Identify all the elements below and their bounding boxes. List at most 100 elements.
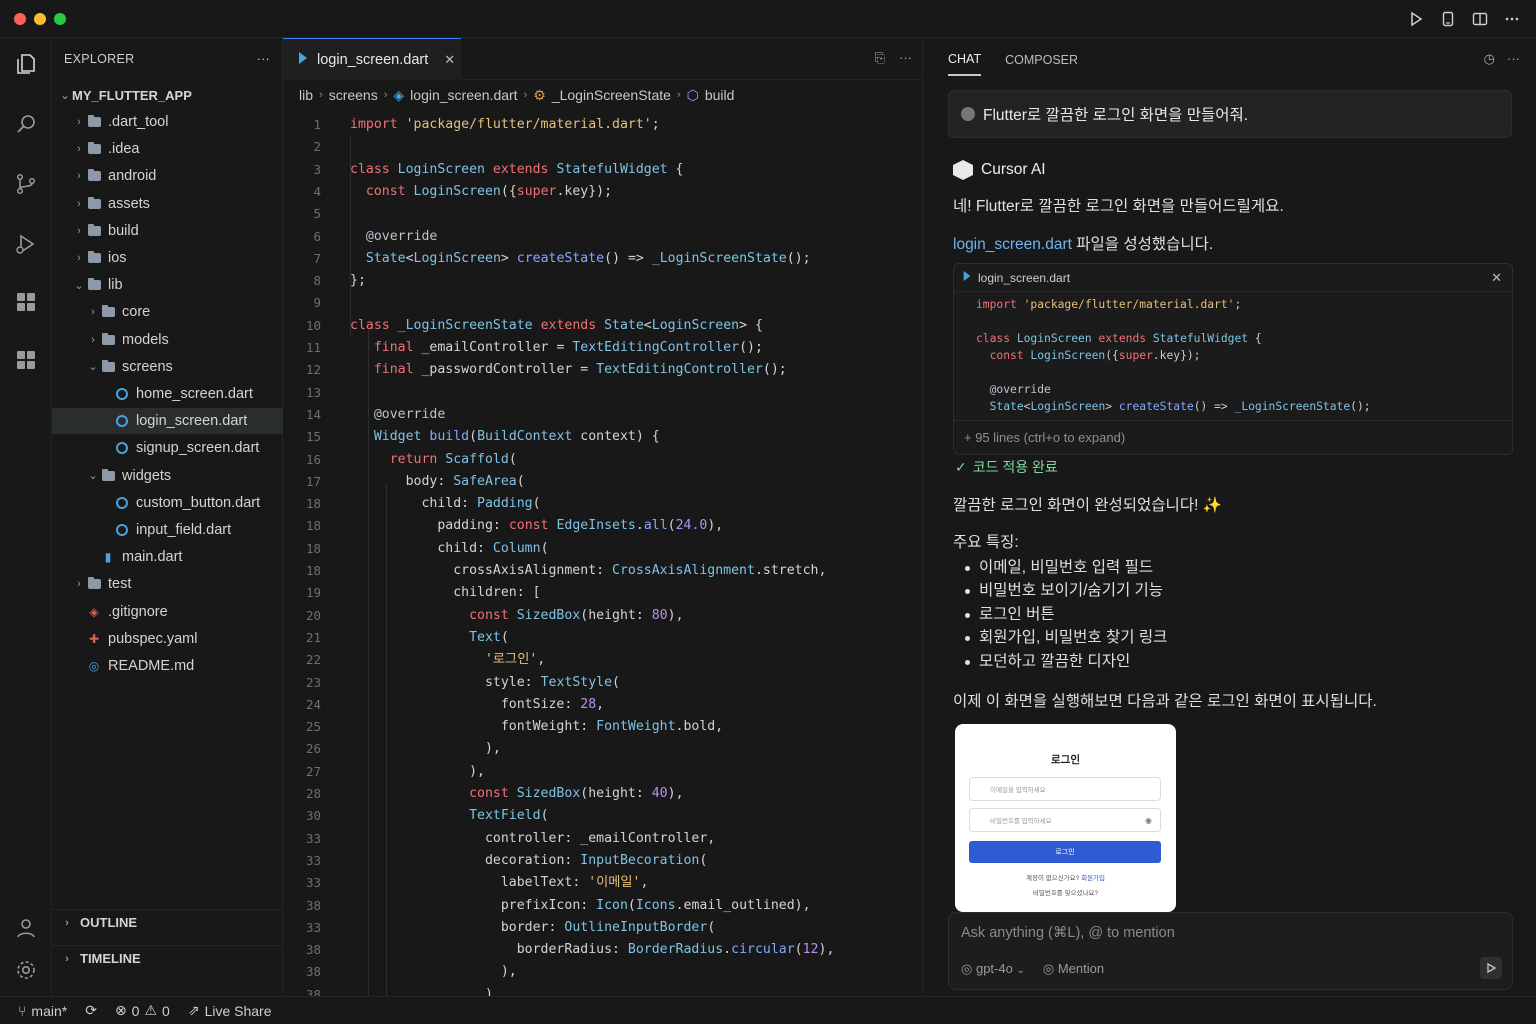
code-line[interactable]: 7 State<LoginScreen> createState() => _L… [283, 248, 923, 270]
tree-file[interactable]: input_field.dart [52, 517, 283, 543]
code-line[interactable]: 26 ), [283, 738, 923, 760]
tree-folder[interactable]: › android [52, 163, 283, 189]
model-selector[interactable]: ◎ gpt-4o ⌄ [961, 961, 1025, 977]
files-icon[interactable] [12, 50, 40, 78]
branch-indicator[interactable]: ⑂ main* [18, 1003, 67, 1019]
code-line[interactable]: 5 [283, 203, 923, 225]
expand-lines-button[interactable]: + 95 lines (ctrl+o to expand) [954, 420, 1512, 454]
code-line[interactable]: 38 prefixIcon: Icon(Icons.email_outlined… [283, 895, 923, 917]
breadcrumb-item[interactable]: login_screen.dart [410, 87, 517, 103]
code-line[interactable]: 23 style: TextStyle( [283, 672, 923, 694]
close-icon[interactable]: ✕ [1491, 270, 1502, 286]
code-line[interactable]: 19 children: [ [283, 582, 923, 604]
code-line[interactable]: 15 Widget build(BuildContext context) { [283, 426, 923, 448]
code-line[interactable]: 38 ), [283, 984, 923, 996]
code-line[interactable]: 16 return Scaffold( [283, 449, 923, 471]
tree-folder[interactable]: › models [52, 327, 283, 353]
play-icon[interactable] [1406, 8, 1426, 30]
code-line[interactable]: 33 labelText: '이메일', [283, 872, 923, 894]
tree-folder[interactable]: › build [52, 218, 283, 244]
tree-file[interactable]: signup_screen.dart [52, 435, 283, 461]
code-area[interactable]: 1 import 'package/flutter/material.dart';… [283, 110, 923, 996]
code-line[interactable]: 33 controller: _emailController, [283, 828, 923, 850]
open-changes-icon[interactable]: ⎘ [875, 50, 885, 66]
tree-folder[interactable]: › assets [52, 191, 283, 217]
tree-file[interactable]: ✚ pubspec.yaml [52, 626, 283, 652]
code-line[interactable]: 33 decoration: InputBecoration( [283, 850, 923, 872]
remote-icon[interactable] [12, 346, 40, 374]
minimize-window-button[interactable] [34, 13, 46, 25]
maximize-window-button[interactable] [54, 13, 66, 25]
code-line[interactable]: 18 child: Padding( [283, 493, 923, 515]
tree-folder[interactable]: ⌄ screens [52, 354, 283, 380]
tree-file[interactable]: home_screen.dart [52, 381, 283, 407]
more-icon[interactable]: ··· [899, 50, 912, 66]
account-icon[interactable] [12, 914, 40, 942]
code-line[interactable]: 20 const SizedBox(height: 80), [283, 605, 923, 627]
tree-folder[interactable]: › test [52, 571, 283, 597]
created-file-link[interactable]: login_screen.dart [953, 236, 1072, 253]
chat-input-placeholder[interactable]: Ask anything (⌘L), @ to mention [961, 925, 1175, 941]
code-line[interactable]: 14 @override [283, 404, 923, 426]
code-line[interactable]: 33 border: OutlineInputBorder( [283, 917, 923, 939]
code-line[interactable]: 18 child: Column( [283, 538, 923, 560]
code-line[interactable]: 30 TextField( [283, 805, 923, 827]
code-line[interactable]: 12 final _passwordController = TextEditi… [283, 359, 923, 381]
code-line[interactable]: 8}; [283, 270, 923, 292]
breadcrumb-item[interactable]: _LoginScreenState [552, 87, 671, 103]
search-icon[interactable] [12, 110, 40, 138]
code-line[interactable]: 22 '로그인', [283, 649, 923, 671]
send-button[interactable] [1480, 957, 1502, 979]
code-line[interactable]: 17 body: SafeArea( [283, 471, 923, 493]
tree-file[interactable]: login_screen.dart [52, 408, 283, 435]
breadcrumb-item[interactable]: screens [329, 87, 378, 103]
code-line[interactable]: 4 const LoginScreen({super.key}); [283, 181, 923, 203]
live-share-button[interactable]: ⇗ Live Share [188, 1002, 272, 1019]
breadcrumb-item[interactable]: lib [299, 87, 313, 103]
tab-composer[interactable]: COMPOSER [1005, 53, 1078, 75]
code-line[interactable]: 13 [283, 382, 923, 404]
chat-input-box[interactable]: Ask anything (⌘L), @ to mention ◎ gpt-4o… [948, 912, 1513, 990]
tree-folder[interactable]: ⌄ lib [52, 272, 283, 298]
tab-chat[interactable]: CHAT [948, 52, 982, 76]
explorer-root-folder[interactable]: ⌄ MY_FLUTTER_APP [52, 82, 283, 108]
code-line[interactable]: 38 borderRadius: BorderRadius.circular(1… [283, 939, 923, 961]
tree-file[interactable]: ▮ main.dart [52, 544, 283, 570]
tree-file[interactable]: ◈ .gitignore [52, 599, 283, 625]
close-window-button[interactable] [14, 13, 26, 25]
code-line[interactable]: 9 [283, 292, 923, 314]
code-line[interactable]: 38 ), [283, 961, 923, 983]
code-line[interactable]: 24 fontSize: 28, [283, 694, 923, 716]
source-control-icon[interactable] [12, 170, 40, 198]
code-line[interactable]: 18 padding: const EdgeInsets.all(24.0), [283, 515, 923, 537]
tree-folder[interactable]: › core [52, 299, 283, 325]
explorer-more-icon[interactable]: ··· [257, 52, 270, 66]
sync-button[interactable]: ⟳ [85, 1002, 97, 1019]
code-line[interactable]: 2 [283, 136, 923, 158]
more-icon[interactable] [1502, 8, 1522, 30]
tab-login-screen[interactable]: login_screen.dart ✕ [283, 38, 461, 80]
tree-folder[interactable]: ⌄ widgets [52, 463, 283, 489]
timeline-section[interactable]: › TIMELINE [52, 945, 283, 971]
code-line[interactable]: 3 class LoginScreen extends StatefulWidge… [283, 159, 923, 181]
code-line[interactable]: 27 ), [283, 761, 923, 783]
code-line[interactable]: 25 fontWeight: FontWeight.bold, [283, 716, 923, 738]
run-debug-icon[interactable] [12, 230, 40, 258]
tree-folder[interactable]: › .idea [52, 136, 283, 162]
tree-file[interactable]: custom_button.dart [52, 490, 283, 516]
code-line[interactable]: 28 const SizedBox(height: 40), [283, 783, 923, 805]
history-icon[interactable]: ◷ [1484, 51, 1495, 67]
more-icon[interactable]: ··· [1507, 51, 1520, 67]
tree-folder[interactable]: › ios [52, 245, 283, 271]
settings-icon[interactable] [12, 956, 40, 984]
device-icon[interactable] [1438, 8, 1458, 30]
code-line[interactable]: 21 Text( [283, 627, 923, 649]
close-icon[interactable]: ✕ [444, 52, 455, 68]
split-icon[interactable] [1470, 8, 1490, 30]
code-line[interactable]: 1 import 'package/flutter/material.dart'; [283, 114, 923, 136]
tree-folder[interactable]: › .dart_tool [52, 109, 283, 135]
code-line[interactable]: 10 class _LoginScreenState extends State<… [283, 315, 923, 337]
breadcrumb-item[interactable]: build [705, 87, 735, 103]
code-line[interactable]: 6 @override [283, 226, 923, 248]
code-line[interactable]: 11 final _emailController = TextEditingC… [283, 337, 923, 359]
